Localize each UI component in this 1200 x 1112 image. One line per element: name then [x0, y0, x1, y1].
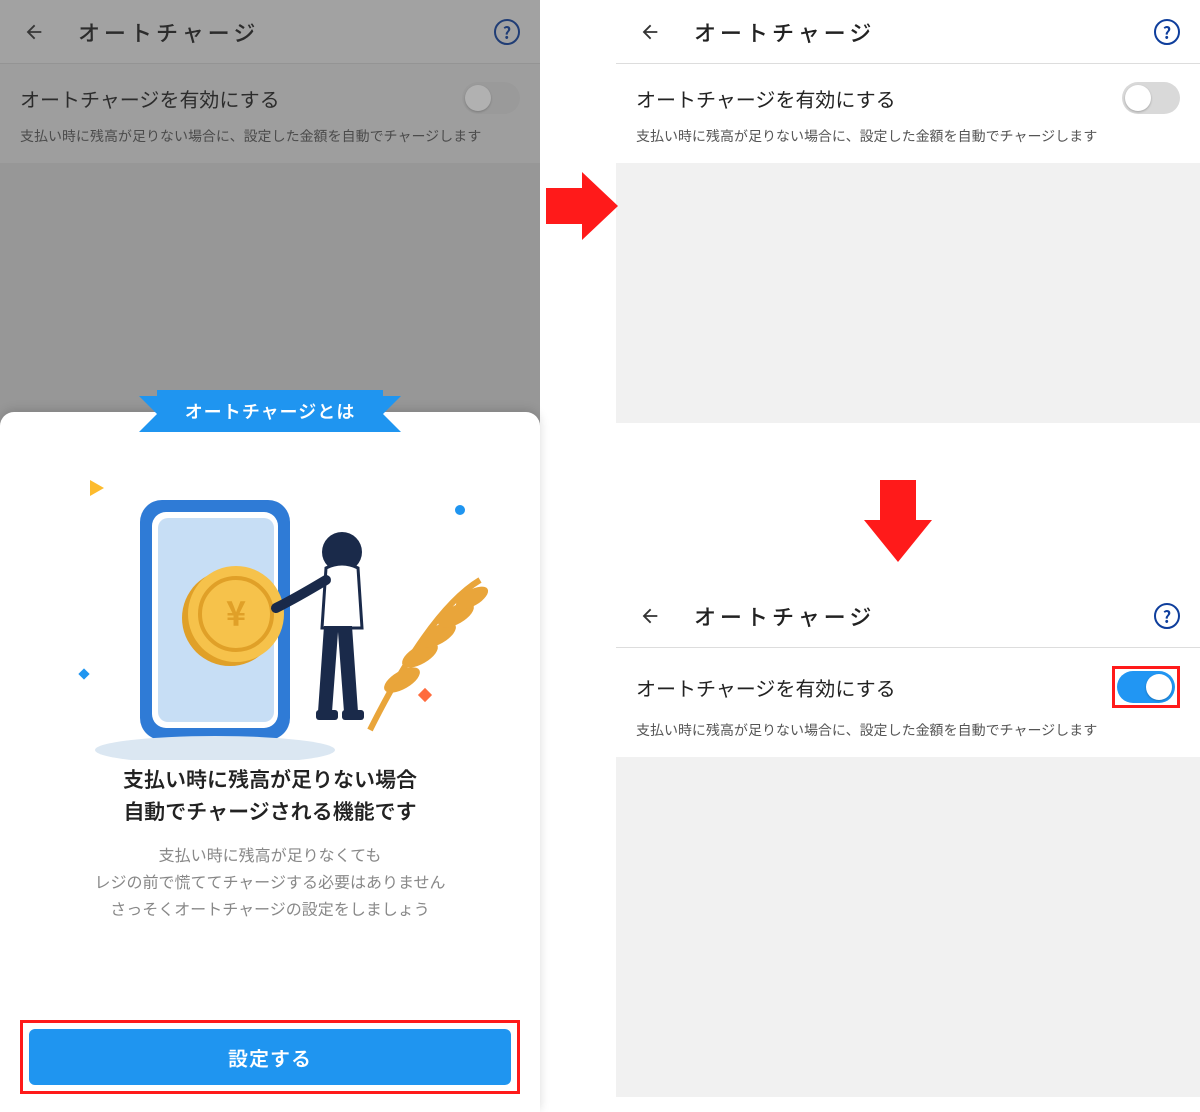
screen-autocharge-on: オートチャージ ? オートチャージを有効にする 支払い時に残高が足りない場合に、… [616, 584, 1200, 1112]
appbar: オートチャージ ? [616, 584, 1200, 648]
sheet-sub-line: さっそくオートチャージの設定をしましょう [110, 896, 430, 920]
autocharge-toggle-off[interactable] [1122, 82, 1180, 114]
help-icon[interactable]: ? [1154, 603, 1180, 629]
back-icon[interactable] [636, 18, 664, 46]
page-title: オートチャージ [664, 16, 1154, 48]
arrow-right-icon [546, 172, 618, 240]
sheet-headline-line: 自動でチャージされる機能です [123, 796, 416, 826]
page-title: オートチャージ [664, 600, 1154, 632]
autocharge-intro-sheet: オートチャージとは [0, 412, 540, 1112]
sheet-headline-line: 支払い時に残高が足りない場合 [123, 764, 417, 794]
content-area [616, 757, 1200, 1097]
autocharge-toggle-label: オートチャージを有効にする [636, 84, 1122, 113]
autocharge-toggle-label: オートチャージを有効にする [636, 673, 1112, 702]
autocharge-illustration: ¥ [20, 440, 520, 760]
content-area [616, 163, 1200, 423]
cta-highlight: 設定する [20, 1020, 520, 1094]
autocharge-desc: 支払い時に残高が足りない場合に、設定した金額を自動でチャージします [616, 716, 1200, 757]
autocharge-toggle-row: オートチャージを有効にする [616, 64, 1200, 122]
toggle-highlight [1112, 666, 1180, 708]
sheet-headline: 支払い時に残高が足りない場合 自動でチャージされる機能です [20, 764, 520, 827]
configure-button[interactable]: 設定する [29, 1029, 511, 1085]
svg-text:¥: ¥ [226, 587, 246, 636]
sheet-subtext: 支払い時に残高が足りなくても レジの前で慌ててチャージする必要はありません さっ… [20, 841, 520, 923]
sheet-sub-line: レジの前で慌ててチャージする必要はありません [94, 869, 445, 893]
screenshot-left: オートチャージ ? オートチャージを有効にする 支払い時に残高が足りない場合に、… [0, 0, 540, 1112]
appbar: オートチャージ ? [616, 0, 1200, 64]
help-icon[interactable]: ? [1154, 19, 1180, 45]
screen-autocharge-off: オートチャージ ? オートチャージを有効にする 支払い時に残高が足りない場合に、… [616, 0, 1200, 440]
autocharge-desc: 支払い時に残高が足りない場合に、設定した金額を自動でチャージします [616, 122, 1200, 163]
sheet-sub-line: 支払い時に残高が足りなくても [159, 842, 382, 866]
autocharge-toggle-row: オートチャージを有効にする [616, 648, 1200, 716]
arrow-down-icon [864, 480, 932, 562]
autocharge-toggle-on[interactable] [1117, 671, 1175, 703]
back-icon[interactable] [636, 602, 664, 630]
sheet-ribbon: オートチャージとは [157, 390, 383, 432]
